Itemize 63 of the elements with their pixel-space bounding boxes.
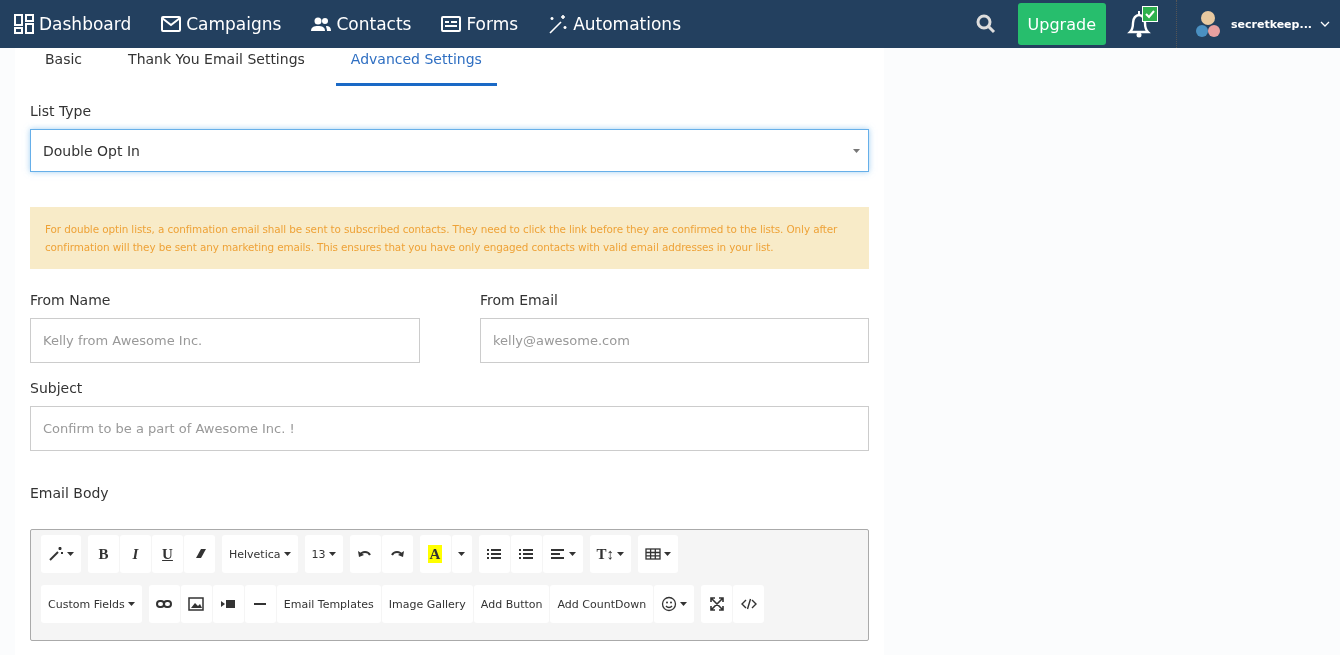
code-icon xyxy=(740,596,757,612)
field-label: List Type xyxy=(30,103,93,119)
form-icon xyxy=(441,16,462,32)
chevron-down-icon xyxy=(1320,21,1330,27)
toolbar-button[interactable] xyxy=(701,585,733,623)
toolbar-button[interactable]: Email Templates xyxy=(276,585,381,623)
toolbar-button[interactable] xyxy=(41,535,81,573)
align-left-icon xyxy=(549,546,566,562)
toolbar-button[interactable]: Add Button xyxy=(473,585,550,623)
caret-down-icon xyxy=(853,148,860,153)
tab[interactable]: Advanced Settings xyxy=(335,48,497,86)
magic-wand-icon xyxy=(48,546,64,562)
list-type-select[interactable]: Double Opt In xyxy=(30,129,869,172)
expand-icon xyxy=(708,596,725,612)
user-name[interactable]: secretkeep... xyxy=(1230,17,1312,31)
tab[interactable]: Thank You Email Settings xyxy=(113,48,320,86)
nav-link[interactable]: Contacts xyxy=(311,14,412,34)
nav-link[interactable]: Forms xyxy=(441,14,519,34)
toolbar-button[interactable] xyxy=(349,535,381,573)
toolbar-button[interactable]: Add CountDown xyxy=(550,585,654,623)
search-icon xyxy=(975,14,996,34)
toolbar-button[interactable] xyxy=(212,585,244,623)
people-icon xyxy=(311,17,332,31)
toolbar-button[interactable]: T↕ xyxy=(589,535,632,573)
smiley-icon xyxy=(661,596,678,612)
toolbar-button[interactable]: I xyxy=(120,535,151,573)
toolbar-button[interactable]: Custom Fields xyxy=(41,585,142,623)
toolbar-button[interactable]: U xyxy=(152,535,183,573)
nav-link[interactable]: Automations xyxy=(548,14,681,34)
field-label: Subject xyxy=(30,380,84,396)
toolbar-button[interactable] xyxy=(184,535,215,573)
from-email-field[interactable]: kelly@awesome.com xyxy=(480,318,869,363)
nav-link[interactable]: Campaigns xyxy=(161,14,282,34)
toolbar-button[interactable] xyxy=(654,585,695,623)
tab[interactable]: Basic xyxy=(30,48,98,86)
caret-down-icon xyxy=(458,552,466,556)
subject-field[interactable]: Confirm to be a part of Awesome Inc. ! xyxy=(30,406,869,451)
toolbar-button[interactable]: B xyxy=(88,535,119,573)
toolbar-button[interactable] xyxy=(733,585,765,623)
magic-wand-icon xyxy=(548,14,569,34)
image-icon xyxy=(188,596,205,612)
toolbar-button[interactable] xyxy=(180,585,212,623)
nav-link[interactable]: Dashboard xyxy=(14,14,132,34)
toolbar-button[interactable] xyxy=(381,535,413,573)
notice-text: For double optin lists, a confimation email shall be sent to subscribed contacts. They need to click the link before they are confirmed to the lists. Only after confirmation will they be sent any marketing emails. This ensures that you have only engaged contacts with valid email addresses in your list. xyxy=(30,207,869,269)
envelope-icon xyxy=(161,16,182,32)
toolbar-button[interactable]: 13 xyxy=(304,535,343,573)
toolbar-button[interactable] xyxy=(148,585,180,623)
toolbar-button[interactable]: Helvetica xyxy=(222,535,298,573)
toolbar-button[interactable]: Image Gallery xyxy=(381,585,473,623)
from-name-field[interactable]: Kelly from Awesome Inc. xyxy=(30,318,420,363)
toolbar-button[interactable] xyxy=(638,535,679,573)
field-label: Email Body xyxy=(30,485,110,501)
toolbar-button[interactable] xyxy=(542,535,583,573)
toolbar-button[interactable]: A xyxy=(419,535,451,573)
toolbar-button[interactable] xyxy=(478,535,510,573)
dashboard-icon xyxy=(14,14,34,34)
table-icon xyxy=(645,546,662,562)
field-label: From Name xyxy=(30,292,112,308)
bullet-list-icon xyxy=(486,546,503,562)
field-label: From Email xyxy=(480,292,559,308)
toolbar-button[interactable] xyxy=(510,535,542,573)
bell-icon xyxy=(1125,10,1152,38)
